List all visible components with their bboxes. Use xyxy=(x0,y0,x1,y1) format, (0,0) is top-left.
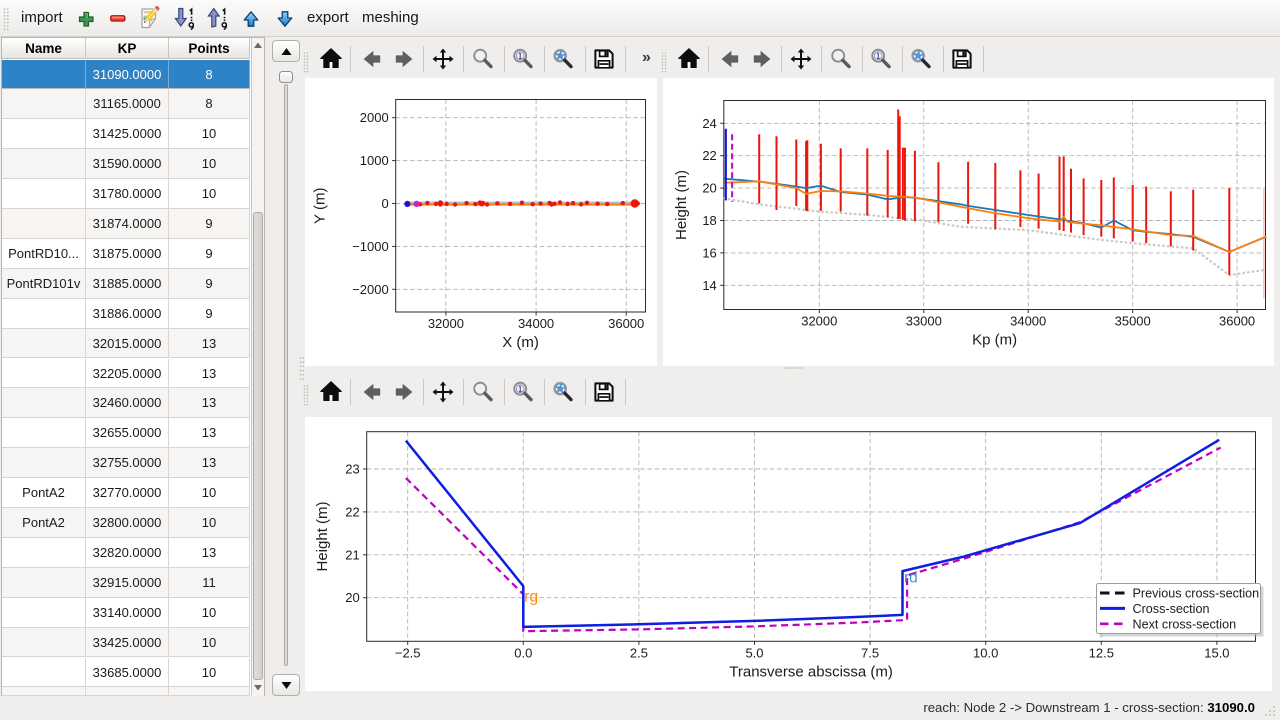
svg-text:32000: 32000 xyxy=(428,316,464,331)
svg-text:1000: 1000 xyxy=(360,153,389,168)
svg-text:16: 16 xyxy=(702,245,716,260)
svg-text:10.0: 10.0 xyxy=(973,645,998,660)
svg-text:32000: 32000 xyxy=(801,314,837,329)
svg-text:2000: 2000 xyxy=(360,110,389,125)
svg-text:Cross-section: Cross-section xyxy=(1133,602,1210,616)
svg-text:rg: rg xyxy=(524,589,538,606)
svg-text:12.5: 12.5 xyxy=(1089,645,1114,660)
svg-text:Height (m): Height (m) xyxy=(314,501,331,571)
svg-text:22: 22 xyxy=(702,148,716,163)
svg-text:20: 20 xyxy=(345,590,359,605)
svg-text:34000: 34000 xyxy=(518,316,554,331)
svg-text:7.5: 7.5 xyxy=(861,645,879,660)
svg-text:23: 23 xyxy=(345,462,359,477)
svg-text:2.5: 2.5 xyxy=(630,645,648,660)
svg-text:Next cross-section: Next cross-section xyxy=(1133,617,1237,631)
svg-text:Y (m): Y (m) xyxy=(312,188,329,224)
svg-text:36000: 36000 xyxy=(608,316,644,331)
svg-text:Previous cross-section: Previous cross-section xyxy=(1133,587,1260,601)
svg-text:22: 22 xyxy=(345,504,359,519)
svg-text:Height (m): Height (m) xyxy=(673,170,690,240)
svg-text:Transverse abscissa (m): Transverse abscissa (m) xyxy=(729,663,893,680)
svg-text:0: 0 xyxy=(381,196,388,211)
svg-text:14: 14 xyxy=(702,278,716,293)
svg-text:36000: 36000 xyxy=(1219,314,1255,329)
svg-text:X (m): X (m) xyxy=(502,334,539,351)
svg-text:5.0: 5.0 xyxy=(745,645,763,660)
svg-text:15.0: 15.0 xyxy=(1204,645,1229,660)
svg-text:20: 20 xyxy=(702,181,716,196)
svg-text:24: 24 xyxy=(702,116,716,131)
svg-text:Kp (m): Kp (m) xyxy=(972,332,1017,349)
svg-text:0.0: 0.0 xyxy=(514,645,532,660)
svg-text:−2000: −2000 xyxy=(352,282,389,297)
svg-text:−1000: −1000 xyxy=(352,239,389,254)
svg-text:33000: 33000 xyxy=(906,314,942,329)
svg-text:34000: 34000 xyxy=(1010,314,1046,329)
svg-text:35000: 35000 xyxy=(1115,314,1151,329)
svg-text:−2.5: −2.5 xyxy=(395,645,421,660)
svg-text:21: 21 xyxy=(345,547,359,562)
svg-text:18: 18 xyxy=(702,213,716,228)
svg-text:rd: rd xyxy=(904,570,918,587)
